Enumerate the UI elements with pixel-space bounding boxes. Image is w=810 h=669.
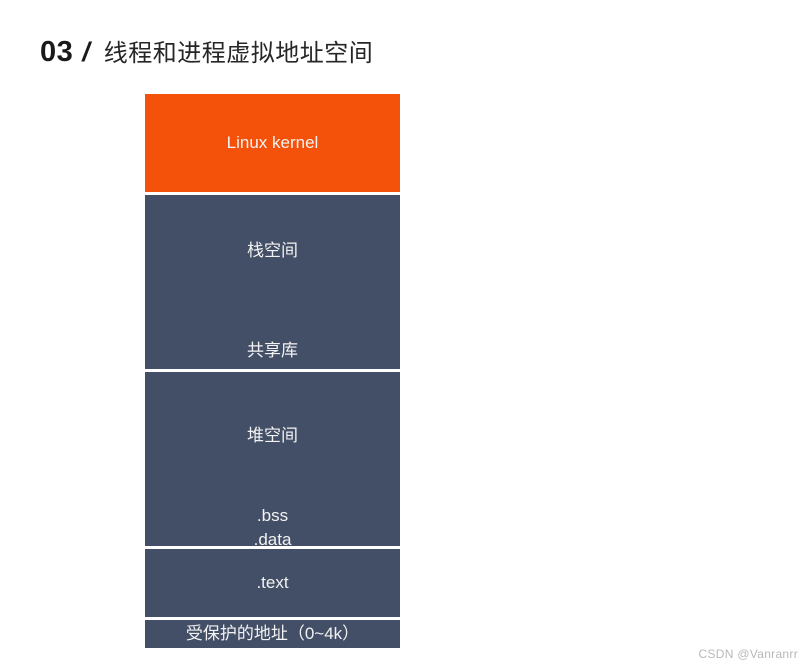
csdn-watermark: CSDN @Vanranrr [698, 647, 798, 661]
memory-block-label-stack: 栈空间 [247, 241, 298, 261]
memory-block-protected-address: 受保护的地址（0~4k） [145, 620, 400, 648]
slide-number: 03 [40, 36, 74, 68]
memory-block-label-bss: .bss [256, 505, 289, 525]
memory-block-stack-and-shared-library: 栈空间 共享库 [145, 195, 400, 370]
memory-block-label-protected-address: 受保护的地址（0~4k） [185, 624, 360, 644]
memory-block-label-kernel: Linux kernel [226, 133, 319, 153]
memory-block-label-text: .text [256, 572, 289, 592]
slide-number-separator: / [82, 37, 90, 67]
memory-block-label-heap: 堆空间 [247, 426, 298, 446]
memory-block-heap-and-data: 堆空间 .bss .data [145, 372, 400, 546]
memory-block-label-data: .data [253, 529, 292, 546]
memory-block-text-segment: .text [145, 548, 400, 618]
memory-block-linux-kernel: Linux kernel [145, 94, 400, 193]
virtual-address-space-diagram: Linux kernel 栈空间 共享库 堆空间 .bss .data .tex… [145, 94, 400, 648]
page-title: 03 / 线程和进程虚拟地址空间 [40, 33, 373, 69]
memory-block-label-shared-library: 共享库 [247, 340, 298, 360]
slide-title-text: 线程和进程虚拟地址空间 [103, 40, 374, 67]
